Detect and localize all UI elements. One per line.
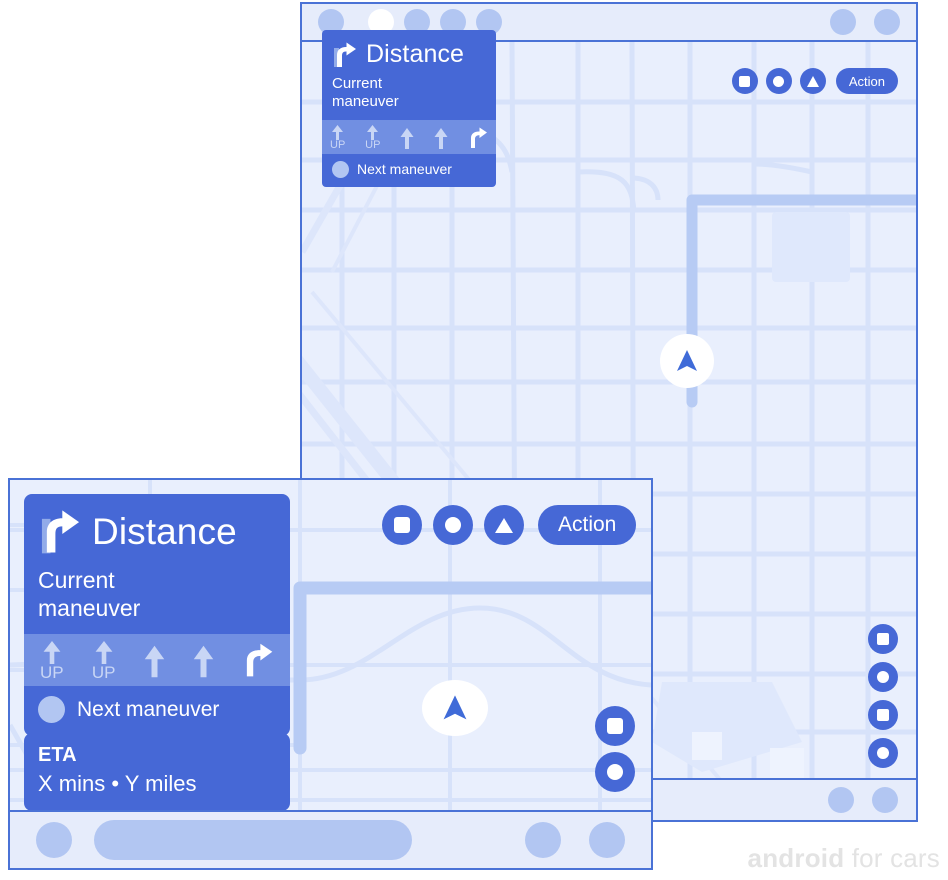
action-button-primary[interactable]: Action (835, 68, 898, 94)
fg-action-row: Action (382, 505, 637, 545)
branding-watermark: android for cars (748, 843, 940, 874)
lane-turn-right-icon (471, 127, 487, 148)
bg-lane-2-label: UP (365, 138, 381, 151)
lane-arrow-up-dim-icon (332, 124, 344, 140)
bg-nav-card-subtitle: Current maneuver (322, 71, 496, 120)
turn-right-arrow-icon (334, 42, 356, 67)
lane-arrow-up-icon (434, 127, 448, 149)
nav-dot-2[interactable] (872, 787, 898, 813)
map-control-square-1[interactable] (868, 624, 898, 654)
circle-icon (773, 75, 785, 87)
fg-lane-2-label: UP (91, 663, 116, 683)
status-dot-7[interactable] (874, 9, 900, 35)
lane-arrow-up-dim-icon (367, 124, 379, 140)
circle-icon (877, 671, 889, 683)
fg-nav-card-subtitle: Current maneuver (24, 558, 290, 634)
bg-next-maneuver-bullet-icon (332, 160, 349, 178)
circle-icon (607, 764, 623, 780)
fg-lane-1-label: UP (40, 663, 64, 683)
search-pill[interactable] (94, 820, 412, 860)
fg-lane-5 (242, 643, 274, 681)
fg-nav-card-subtitle-line2: maneuver (38, 595, 141, 622)
fg-next-maneuver-label: Next maneuver (77, 697, 220, 721)
map-control-circle-1[interactable] (595, 752, 635, 792)
navigation-arrow-icon (443, 695, 467, 720)
bg-lane-5 (468, 127, 488, 151)
lane-arrow-up-dim-icon (95, 641, 113, 665)
bg-action-row: Action (731, 68, 898, 94)
screenshot-canvas: Distance Current maneuver UP UP Next man… (0, 0, 948, 880)
bg-lane-3 (400, 127, 414, 151)
circle-icon (445, 517, 461, 533)
lane-arrow-up-icon (144, 645, 164, 678)
fg-nav-card-title: Distance (92, 511, 237, 552)
fg-map-control-stack (595, 706, 635, 792)
lane-arrow-up-icon (400, 127, 414, 149)
bg-lane-1: UP (330, 124, 346, 151)
map-control-square-1[interactable] (595, 706, 635, 746)
branding-strong: android (747, 843, 845, 873)
action-button-circle[interactable] (765, 68, 792, 94)
bg-nav-card-subtitle-line1: Current (332, 75, 383, 92)
square-icon (394, 517, 410, 533)
fg-lane-1: UP (40, 641, 64, 681)
fg-eta-title: ETA (38, 744, 77, 766)
fg-nav-card: Distance Current maneuver UP UP Next man… (24, 494, 290, 737)
bottom-dot-1[interactable] (525, 822, 561, 858)
bg-nav-card-title: Distance (366, 40, 465, 68)
fg-eta-card: ETA X mins • Y miles (24, 733, 290, 811)
fg-lane-2: UP (91, 641, 116, 683)
location-puck (422, 680, 488, 736)
navigation-arrow-icon (677, 350, 697, 371)
square-icon (877, 633, 889, 645)
bg-nav-card-subtitle-line2: maneuver (332, 93, 399, 111)
map-control-circle-2[interactable] (868, 738, 898, 768)
bg-lane-1-label: UP (330, 138, 346, 151)
map-control-circle-1[interactable] (868, 662, 898, 692)
triangle-icon (806, 75, 819, 87)
nav-dot-1[interactable] (828, 787, 854, 813)
branding-light: for cars (844, 843, 940, 873)
fg-next-maneuver-bullet-icon (38, 696, 65, 724)
action-button-triangle[interactable] (484, 505, 524, 545)
fg-nav-card-subtitle-line1: Current (38, 567, 115, 593)
fg-nav-card-header: Distance (24, 494, 290, 558)
bg-nav-card: Distance Current maneuver UP UP Next man… (322, 30, 496, 187)
bg-map-control-stack (868, 624, 898, 768)
square-icon (877, 709, 889, 721)
bg-nav-card-header: Distance (322, 30, 496, 71)
lane-turn-right-icon (246, 643, 273, 677)
fg-lane-4 (193, 645, 214, 681)
fg-bottom-nav-bar (10, 810, 651, 868)
action-button-triangle[interactable] (799, 68, 826, 94)
bg-lane-2: UP (365, 124, 381, 151)
fg-lane-guidance-strip: UP UP (24, 634, 290, 687)
lane-arrow-up-dim-icon (43, 641, 61, 665)
lane-arrow-up-icon (193, 645, 214, 678)
action-button-primary[interactable]: Action (538, 505, 637, 545)
action-button-primary-label: Action (558, 513, 617, 536)
foreground-car-screen-window: Distance Current maneuver UP UP Next man… (8, 478, 653, 870)
bg-lane-guidance-strip: UP UP (322, 119, 496, 154)
action-button-square[interactable] (731, 68, 758, 94)
status-dot-6[interactable] (830, 9, 856, 35)
bg-lane-4 (434, 127, 448, 151)
bottom-dot-2[interactable] (589, 822, 625, 858)
action-button-primary-label: Action (848, 73, 885, 89)
square-icon (739, 75, 751, 87)
triangle-icon (495, 517, 513, 533)
fg-lane-3 (144, 645, 165, 681)
home-dot[interactable] (36, 822, 72, 858)
bg-next-maneuver-label: Next maneuver (357, 161, 452, 178)
map-control-square-2[interactable] (868, 700, 898, 730)
fg-eta-detail: X mins • Y miles (38, 771, 197, 796)
action-button-circle[interactable] (433, 505, 473, 545)
turn-right-arrow-icon (41, 510, 80, 554)
action-button-square[interactable] (382, 505, 422, 545)
fg-next-maneuver-row: Next maneuver (24, 686, 290, 736)
bg-next-maneuver-row: Next maneuver (322, 154, 496, 187)
circle-icon (877, 747, 889, 759)
location-puck (660, 334, 714, 388)
square-icon (607, 718, 623, 734)
